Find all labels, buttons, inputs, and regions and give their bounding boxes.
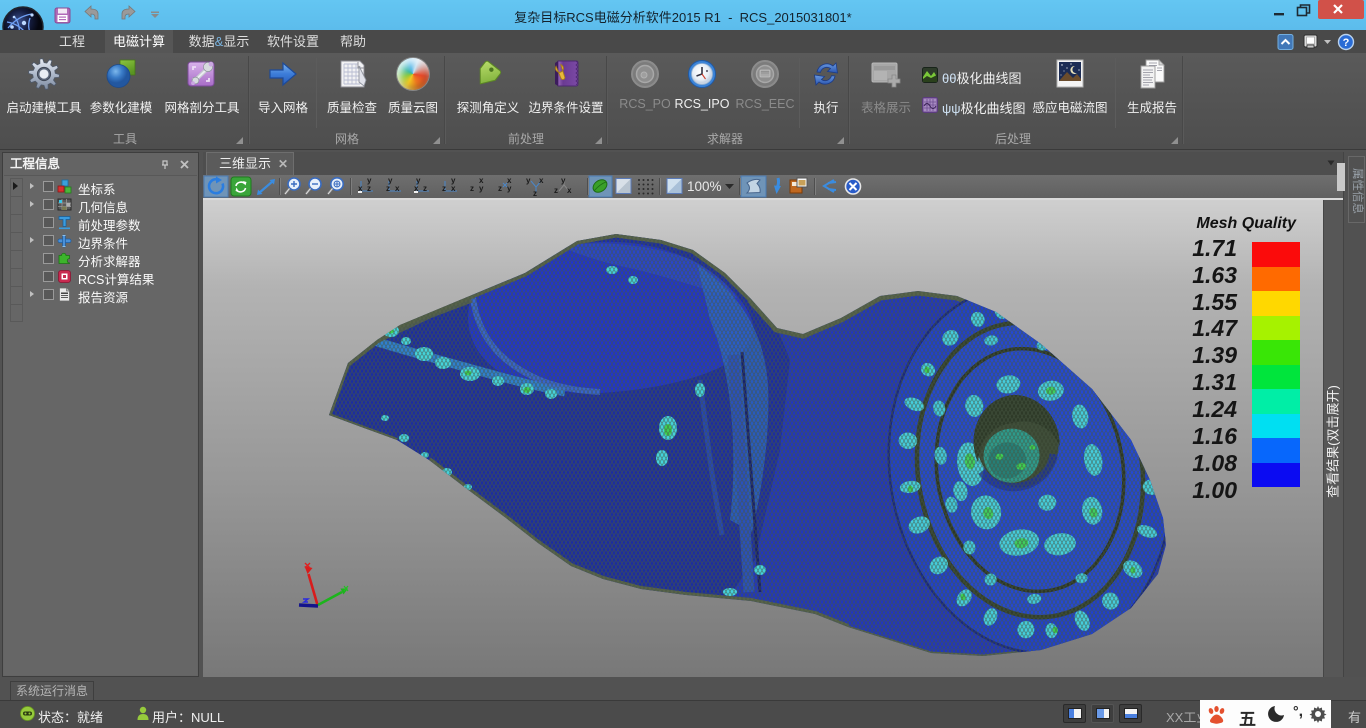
svg-text:z: z bbox=[367, 184, 371, 193]
svg-text:y: y bbox=[561, 176, 566, 185]
svg-text:y: y bbox=[479, 184, 484, 193]
svg-text:100%: 100% bbox=[687, 179, 722, 194]
svg-text:y: y bbox=[451, 176, 456, 185]
svg-text:x: x bbox=[539, 176, 544, 185]
svg-text:x: x bbox=[451, 184, 456, 193]
svg-text:z: z bbox=[442, 184, 446, 193]
svg-text:z: z bbox=[423, 184, 427, 193]
svg-text:x: x bbox=[567, 186, 572, 195]
svg-text:y: y bbox=[416, 176, 421, 185]
svg-text:z: z bbox=[470, 184, 474, 193]
svg-text:x: x bbox=[395, 184, 400, 193]
svg-text:x: x bbox=[507, 176, 512, 185]
svg-text:z: z bbox=[386, 184, 390, 193]
svg-text:y: y bbox=[526, 176, 531, 185]
svg-text:z: z bbox=[554, 186, 558, 195]
svg-text:z: z bbox=[498, 184, 502, 193]
svg-text:y: y bbox=[507, 184, 512, 193]
svg-text:x: x bbox=[479, 176, 484, 185]
svg-text:?: ? bbox=[1343, 37, 1350, 49]
svg-text:y: y bbox=[367, 176, 372, 185]
svg-text:y: y bbox=[388, 176, 393, 185]
svg-text:z: z bbox=[533, 189, 537, 198]
